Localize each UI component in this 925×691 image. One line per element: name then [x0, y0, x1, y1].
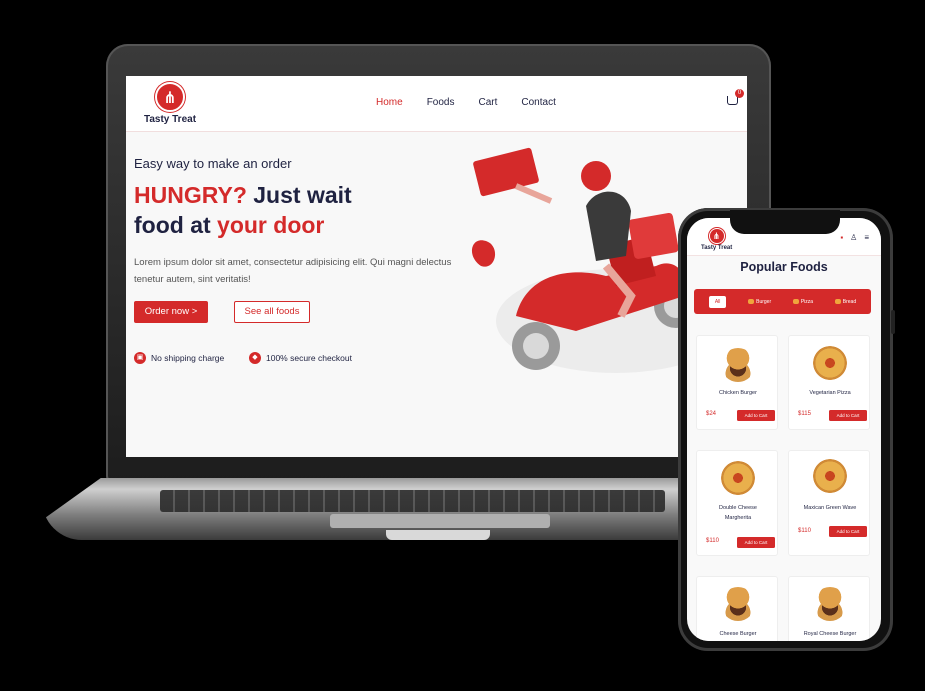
popular-foods-title: Popular Foods — [740, 260, 828, 274]
product-card[interactable]: Maxican Green Wave $110 Add to Cart — [788, 450, 870, 556]
headline-food-at: food at — [134, 212, 218, 238]
headline-hungry: HUNGRY? — [134, 182, 247, 208]
bread-icon — [834, 299, 841, 304]
laptop-keyboard — [160, 490, 665, 512]
product-price: $110 — [798, 528, 811, 534]
product-price: $115 — [798, 411, 811, 417]
car-icon: ▣ — [134, 352, 146, 364]
burger-image — [813, 587, 847, 621]
product-card[interactable]: Double Cheese Margherita $110 Add to Car… — [696, 450, 778, 556]
pizza-image — [813, 346, 847, 380]
menu-icon[interactable]: ≡ — [864, 233, 869, 242]
logo-text: Tasty Treat — [143, 114, 197, 125]
nav-contact[interactable]: Contact — [521, 97, 555, 108]
see-all-foods-button[interactable]: See all foods — [234, 301, 310, 323]
mobile-nav-icons: ▪ ♙ ≡ — [840, 233, 869, 242]
nav-cart[interactable]: Cart — [478, 97, 497, 108]
tab-bread[interactable]: Bread — [834, 298, 857, 305]
product-card[interactable]: Cheese Burger — [696, 576, 778, 641]
product-price: $24 — [706, 411, 717, 417]
hero-headline: HUNGRY? Just wait food at your door — [134, 180, 352, 240]
feature-no-shipping-label: No shipping charge — [151, 353, 225, 363]
mockup-stage: ⋔ Tasty Treat Home Foods Cart Contact 0 … — [0, 0, 925, 691]
phone-notch — [730, 210, 840, 234]
pizza-image — [813, 459, 847, 493]
burger-image — [721, 587, 755, 621]
mobile-cart-icon[interactable]: ▪ — [840, 233, 843, 242]
desktop-logo[interactable]: ⋔ Tasty Treat — [142, 82, 198, 125]
feature-no-shipping: ▣ No shipping charge — [134, 352, 224, 364]
headline-just-wait: Just wait — [246, 182, 352, 208]
product-card[interactable]: Vegetarian Pizza $115 Add to Cart — [788, 335, 870, 430]
product-card[interactable]: Royal Cheese Burger — [788, 576, 870, 641]
fork-spoon-icon: ⋔ — [155, 82, 185, 112]
burger-image — [721, 348, 755, 382]
tab-all[interactable]: All — [708, 295, 727, 308]
product-name: Chicken Burger — [719, 390, 757, 396]
product-card[interactable]: Chicken Burger $24 Add to Cart — [696, 335, 778, 430]
add-to-cart-button[interactable]: Add to Cart — [737, 410, 775, 421]
hero-description: Lorem ipsum dolor sit amet, consectetur … — [134, 257, 452, 285]
laptop-notch — [386, 530, 490, 540]
mobile-logo-text: Tasty Treat — [701, 245, 733, 251]
feature-secure-label: 100% secure checkout — [266, 353, 352, 363]
add-to-cart-button[interactable]: Add to Cart — [829, 410, 867, 421]
tab-pizza[interactable]: Pizza — [792, 298, 814, 305]
shield-icon: ◆ — [249, 352, 261, 364]
tab-all-label: All — [714, 298, 721, 305]
tab-pizza-label: Pizza — [800, 298, 814, 305]
cart-count-badge: 0 — [735, 89, 744, 98]
product-name: Double Cheese Margherita — [719, 505, 757, 521]
product-name: Cheese Burger — [719, 631, 757, 637]
product-name: Maxican Green Wave — [803, 505, 857, 511]
tab-burger[interactable]: Burger — [748, 299, 771, 305]
add-to-cart-button[interactable]: Add to Cart — [737, 537, 775, 548]
category-tabs: All Burger Pizza Bread — [694, 289, 871, 314]
desktop-site: ⋔ Tasty Treat Home Foods Cart Contact 0 … — [126, 76, 747, 457]
nav-foods[interactable]: Foods — [427, 97, 455, 108]
order-now-button[interactable]: Order now > — [134, 301, 208, 323]
product-name: Vegetarian Pizza — [809, 390, 851, 396]
phone-side-button — [891, 310, 895, 334]
pizza-icon — [792, 299, 799, 304]
mobile-logo[interactable]: ⋔ Tasty Treat — [701, 228, 732, 251]
product-price: $110 — [706, 538, 719, 544]
laptop-trackpad — [330, 514, 550, 528]
tab-burger-label: Burger — [756, 298, 772, 305]
burger-icon — [748, 299, 755, 304]
product-name: Royal Cheese Burger — [803, 631, 857, 637]
feature-secure: ◆ 100% secure checkout — [249, 352, 352, 364]
nav-home[interactable]: Home — [376, 97, 403, 108]
desktop-menu: Home Foods Cart Contact — [376, 97, 556, 108]
add-to-cart-button[interactable]: Add to Cart — [829, 526, 867, 537]
mobile-site: ⋔ Tasty Treat ▪ ♙ ≡ Popular Foods All Bu… — [687, 218, 881, 641]
user-icon[interactable]: ♙ — [850, 233, 857, 242]
desktop-navbar: ⋔ Tasty Treat Home Foods Cart Contact 0 — [126, 76, 747, 132]
headline-your-door: your door — [217, 212, 325, 238]
pizza-image — [721, 461, 755, 495]
fork-spoon-icon: ⋔ — [708, 228, 725, 244]
tab-bread-label: Bread — [842, 298, 857, 305]
hero-tagline: Easy way to make an order — [134, 156, 292, 171]
